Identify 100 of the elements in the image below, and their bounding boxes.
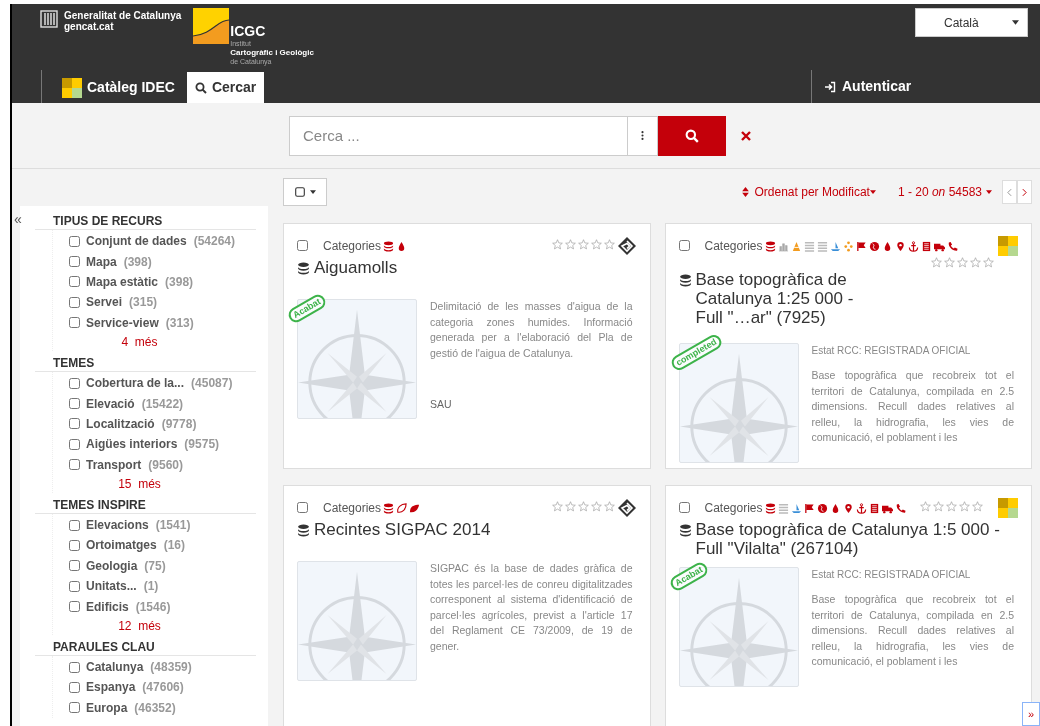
- anchor-icon: [855, 502, 867, 514]
- facet-label[interactable]: Aigües interiors: [86, 435, 178, 454]
- star-icon[interactable]: [590, 501, 602, 512]
- facet-label[interactable]: Servei: [86, 293, 123, 312]
- facet-checkbox[interactable]: [69, 438, 80, 450]
- facet-label[interactable]: Edificis: [86, 597, 129, 616]
- facet-label[interactable]: Europa: [86, 698, 128, 717]
- facet-checkbox[interactable]: [69, 276, 80, 288]
- sort-dropdown[interactable]: Ordenat per Modificat: [741, 183, 876, 201]
- facet-label[interactable]: Localització: [86, 414, 155, 433]
- facet-checkbox[interactable]: [69, 702, 80, 714]
- facet-checkbox[interactable]: [69, 459, 80, 471]
- facet-checkbox[interactable]: [69, 540, 80, 551]
- star-icon[interactable]: [920, 501, 932, 512]
- database-icon: [678, 273, 692, 288]
- show-more-link[interactable]: 12 més: [69, 616, 268, 635]
- star-icon[interactable]: [959, 501, 971, 512]
- clear-button[interactable]: [741, 130, 751, 141]
- institute-name-line: Cartogràfic i Geològic: [230, 48, 314, 57]
- star-icon[interactable]: [603, 239, 615, 250]
- facet-label[interactable]: Service-view: [86, 313, 159, 332]
- facet-checkbox[interactable]: [69, 296, 80, 308]
- nav-tab[interactable]: Cercar: [186, 72, 265, 103]
- language-select[interactable]: Català: [915, 8, 1028, 37]
- star-icon[interactable]: [944, 257, 955, 268]
- registry-status: Estat RCC: REGISTRADA OFICIAL: [811, 344, 972, 358]
- anchor-icon: [907, 240, 919, 252]
- facet-label[interactable]: Espanya: [86, 678, 136, 697]
- nav-tab[interactable]: Catàleg IDEC: [54, 72, 183, 103]
- card-description: Delimitació de les masses d'aigua de la categoria zones humides. Informació generada per a l'elaboració del Pla de gestió de l'aigua de Catalunya.: [430, 299, 633, 361]
- facet-label[interactable]: Catalunya: [86, 658, 144, 677]
- facet-checkbox[interactable]: [69, 235, 80, 247]
- star-icon[interactable]: [933, 501, 945, 512]
- leaf-icon: [409, 502, 421, 514]
- star-icon[interactable]: [590, 239, 602, 250]
- star-icon[interactable]: [957, 257, 968, 268]
- facet-count: (9560): [148, 456, 184, 474]
- show-more-link[interactable]: 15 més: [69, 474, 268, 493]
- collapse-button[interactable]: «: [14, 212, 22, 226]
- show-more-link[interactable]: 4 més: [69, 332, 268, 351]
- institute-logo-icon: [998, 498, 1018, 518]
- star-icon[interactable]: [972, 501, 984, 512]
- star-icon[interactable]: [564, 501, 576, 512]
- facet-label[interactable]: Cobertura de la...: [86, 374, 185, 393]
- facet-label[interactable]: Mapa: [86, 252, 117, 271]
- select-checkbox[interactable]: [297, 502, 308, 513]
- institute-logo-icon: [998, 236, 1018, 256]
- star-icon[interactable]: [577, 239, 589, 250]
- facet-checkbox[interactable]: [69, 601, 80, 613]
- star-icon[interactable]: [577, 501, 589, 512]
- facet-label[interactable]: Conjunt de dades: [86, 232, 187, 251]
- facet-checkbox[interactable]: [69, 418, 80, 430]
- star-icon[interactable]: [551, 239, 563, 250]
- facet-checkbox[interactable]: [69, 377, 80, 389]
- facet-heading: PARAULES CLAU: [35, 639, 256, 656]
- star-icon[interactable]: [970, 257, 981, 268]
- page-range-dropdown[interactable]: 1 - 20 on 54583: [897, 183, 992, 201]
- expand-panel-button[interactable]: »: [1022, 702, 1040, 726]
- flag-icon: [803, 502, 815, 514]
- star-icon[interactable]: [551, 501, 563, 512]
- facet-label[interactable]: Mapa estàtic: [86, 272, 159, 291]
- facet-checkbox[interactable]: [69, 560, 80, 572]
- globe-icon: [816, 502, 828, 514]
- facet-checkbox[interactable]: [69, 519, 80, 531]
- search-field[interactable]: Cerca ...: [289, 115, 628, 156]
- facet-count: (45087): [191, 375, 233, 393]
- select-checkbox[interactable]: [297, 240, 308, 251]
- star-icon[interactable]: [931, 257, 942, 268]
- star-icon[interactable]: [983, 257, 994, 268]
- facet-checkbox[interactable]: [69, 398, 80, 410]
- database-icon: [764, 502, 776, 514]
- star-icon[interactable]: [946, 501, 958, 512]
- facet-label[interactable]: Ortoimatges: [86, 536, 157, 555]
- facet-checkbox[interactable]: [69, 317, 80, 329]
- select-checkbox[interactable]: [678, 240, 690, 251]
- categories-label: Categories: [323, 238, 382, 254]
- select-checkbox[interactable]: [678, 502, 690, 513]
- card-title[interactable]: Recintes SIGPAC 2014: [314, 520, 491, 539]
- facet-label[interactable]: Unitats...: [86, 577, 137, 596]
- select-all-dropdown[interactable]: [283, 178, 327, 206]
- search-button[interactable]: [658, 115, 726, 156]
- facet-checkbox[interactable]: [69, 661, 80, 673]
- facet-checkbox[interactable]: [69, 681, 80, 693]
- diamond-logo-icon: [616, 236, 637, 256]
- card-title[interactable]: Aiguamolls: [314, 258, 398, 277]
- login-button[interactable]: Autenticar: [811, 70, 1040, 103]
- card-title[interactable]: Base topogràfica de Catalunya 1:25 000 - Full "…ar" (7925): [695, 270, 879, 327]
- institute-acronym: ICGC: [230, 24, 267, 39]
- facet-count: (313): [165, 314, 194, 332]
- facet-checkbox[interactable]: [69, 580, 80, 592]
- facet-label[interactable]: Geologia: [86, 556, 138, 575]
- diamond-logo-icon: [616, 498, 637, 518]
- sort-icon: [741, 187, 749, 197]
- star-icon[interactable]: [603, 501, 615, 512]
- facet-checkbox[interactable]: [69, 256, 80, 268]
- facet-label[interactable]: Elevació: [86, 394, 135, 413]
- facet-label[interactable]: Elevacions: [86, 516, 149, 535]
- star-icon[interactable]: [564, 239, 576, 250]
- card-title[interactable]: Base topogràfica de Catalunya 1:5 000 - Full "Vilalta" (267104): [695, 520, 1018, 558]
- facet-label[interactable]: Transport: [86, 455, 142, 474]
